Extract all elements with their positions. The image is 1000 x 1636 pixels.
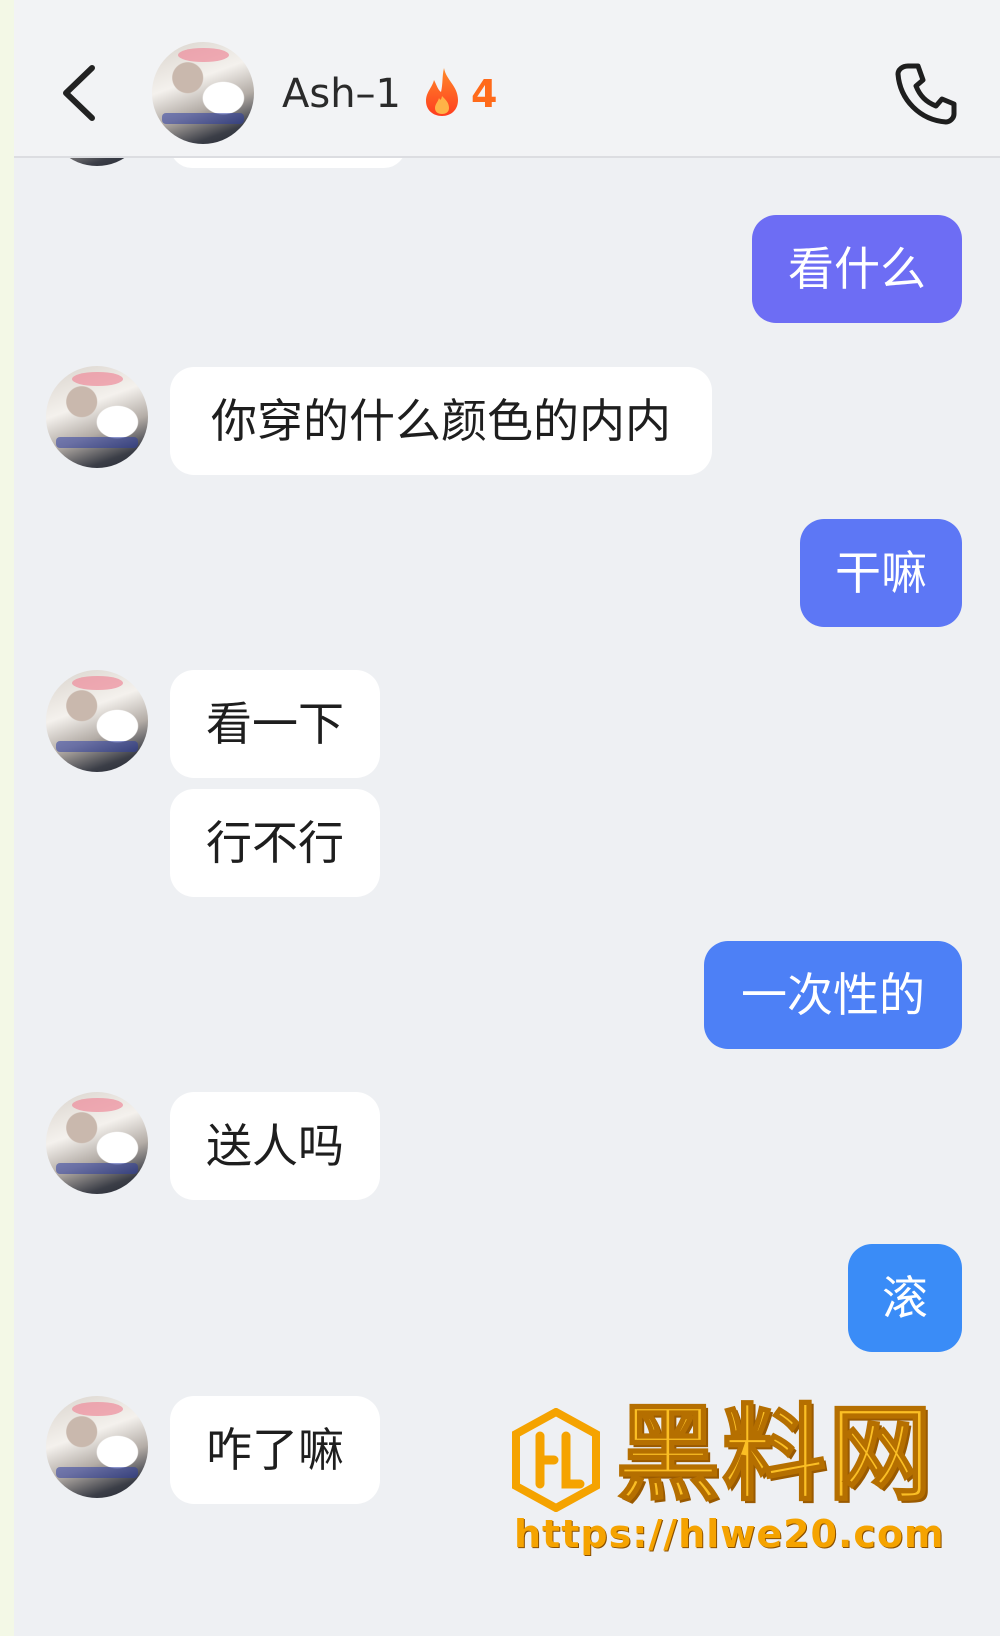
message-bubble-incoming[interactable]: 看一下	[170, 670, 380, 778]
message-bubble-incoming[interactable]: 你穿的什么颜色的内内	[170, 367, 712, 475]
message-bubble-incoming[interactable]: 行不行	[170, 789, 380, 897]
message-bubble-incoming[interactable]: 送人吗	[170, 1092, 380, 1200]
back-button[interactable]	[54, 58, 114, 128]
phone-icon	[895, 63, 957, 125]
message-bubble-outgoing[interactable]: 滚	[848, 1244, 962, 1352]
message-bubble-incoming[interactable]: 咋了嘛	[170, 1396, 380, 1504]
contact-avatar[interactable]	[46, 1092, 148, 1194]
contact-avatar[interactable]	[46, 366, 148, 468]
flame-icon	[426, 68, 458, 116]
chevron-left-icon	[63, 65, 95, 121]
contact-avatar[interactable]	[152, 42, 254, 144]
streak-count: 4	[471, 72, 498, 116]
message-bubble-outgoing[interactable]: 干嘛	[800, 519, 962, 627]
message-bubble-outgoing[interactable]: 一次性的	[704, 941, 962, 1049]
watermark-logo-icon	[512, 1408, 600, 1512]
contact-avatar[interactable]	[46, 670, 148, 772]
watermark-title: 黑料网	[615, 1393, 935, 1515]
message-bubble-outgoing[interactable]: 看什么	[752, 215, 962, 323]
left-edge-strip	[0, 0, 14, 1636]
watermark-url: https://hlwe20.com	[514, 1512, 945, 1556]
contact-avatar[interactable]	[46, 1396, 148, 1498]
chat-header: Ash–1 4	[14, 0, 1000, 158]
chat-screen: Ash–1 4 看什么 你穿的什么颜色的内内 干嘛 看一下 行不行 一次性的 送…	[14, 0, 1000, 1636]
contact-name[interactable]: Ash–1	[282, 70, 401, 118]
call-button[interactable]	[890, 58, 962, 130]
